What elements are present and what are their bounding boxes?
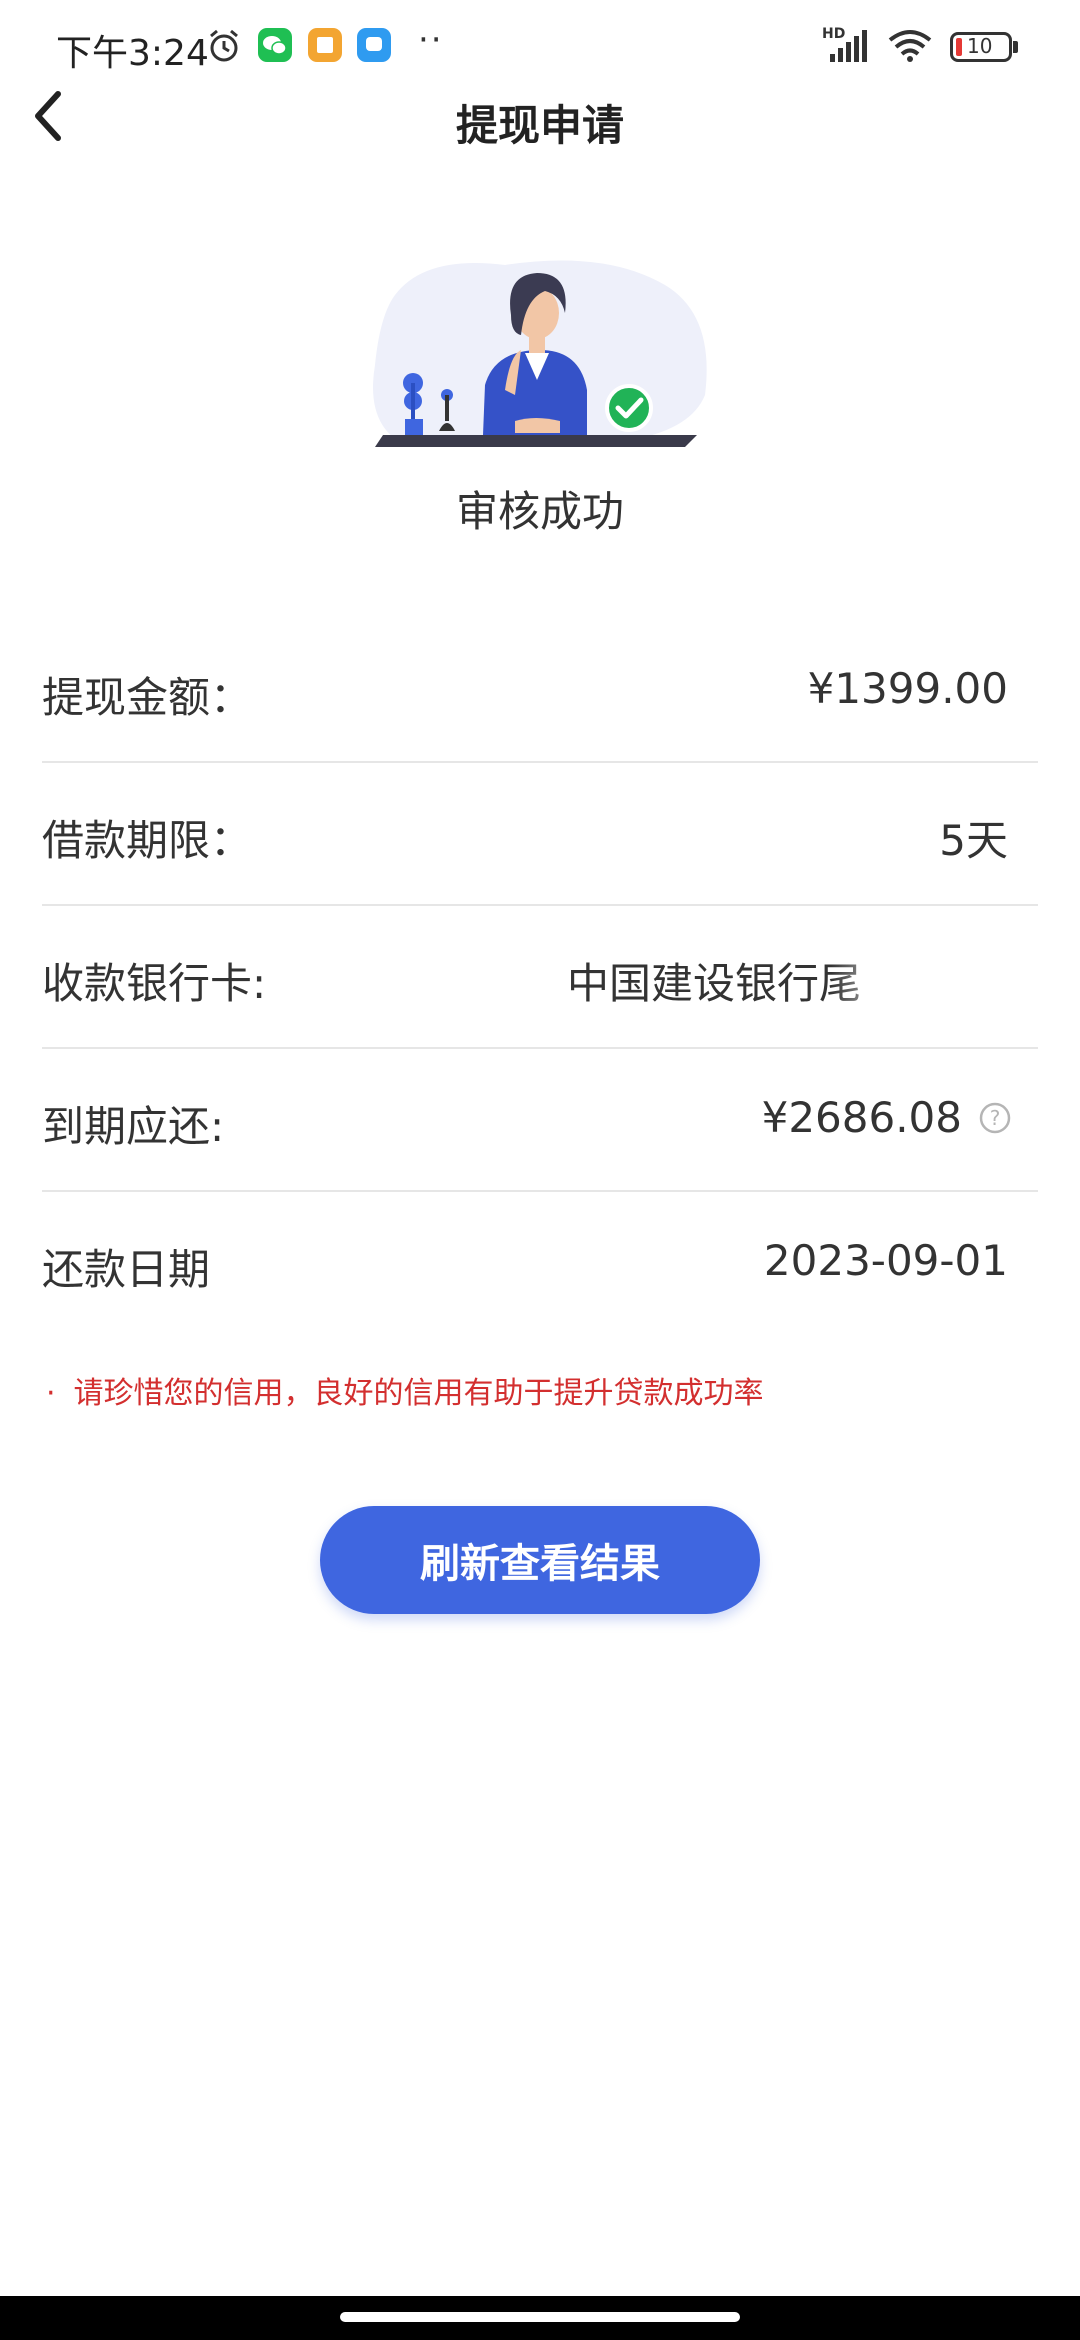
home-indicator[interactable] (340, 2312, 740, 2322)
help-icon[interactable]: ? (978, 1101, 1012, 1135)
repay-date-label: 还款日期 (42, 1245, 211, 1294)
term-value: 5天 (939, 816, 1008, 865)
bank-card-row: 收款银行卡: 中国建设银行尾 (42, 906, 1038, 1049)
due-amount-row: 到期应还: ¥2686.08 ? (42, 1049, 1038, 1192)
due-amount-value: ¥2686.08 (761, 1093, 962, 1142)
repay-date-value: 2023-09-01 (763, 1236, 1008, 1285)
notice-text: 请珍惜您的信用，良好的信用有助于提升贷款成功率 (73, 1376, 764, 1411)
term-row: 借款期限： 5天 (42, 763, 1038, 906)
amount-row: 提现金额： ¥1399.00 (42, 620, 1038, 763)
bank-card-value: 中国建设银行尾 (567, 959, 862, 1008)
status-bar: 下午3:24 ·· HD 10 (0, 0, 1080, 96)
withdraw-details: 提现金额： ¥1399.00 借款期限： 5天 收款银行卡: 中国建设银行尾 到… (42, 620, 1038, 1333)
notes-app-icon (308, 28, 342, 62)
wechat-icon (258, 28, 292, 62)
battery-level: 10 (967, 34, 993, 58)
repay-date-row: 还款日期 2023-09-01 (42, 1192, 1038, 1333)
review-status: 审核成功 (455, 487, 624, 536)
page-title: 提现申请 (455, 101, 624, 150)
svg-text:?: ? (990, 1106, 1001, 1130)
due-amount-label: 到期应还: (42, 1102, 225, 1151)
wifi-icon (888, 30, 932, 62)
credit-notice: · 请珍惜您的信用，良好的信用有助于提升贷款成功率 (46, 1368, 764, 1412)
amount-label: 提现金额： (42, 673, 253, 722)
refresh-result-button[interactable]: 刷新查看结果 (320, 1506, 760, 1614)
notice-bullet: · (46, 1376, 56, 1411)
status-time: 下午3:24 (56, 33, 209, 74)
review-success-illustration (373, 260, 707, 447)
battery-icon: 10 (950, 32, 1012, 62)
bank-card-label: 收款银行卡: (42, 959, 267, 1008)
alarm-icon (210, 29, 238, 62)
term-label: 借款期限： (42, 816, 253, 865)
signal-icon (830, 30, 867, 62)
amount-value: ¥1399.00 (807, 664, 1008, 713)
more-notifications-icon: ·· (418, 20, 444, 60)
message-app-icon (357, 28, 391, 62)
